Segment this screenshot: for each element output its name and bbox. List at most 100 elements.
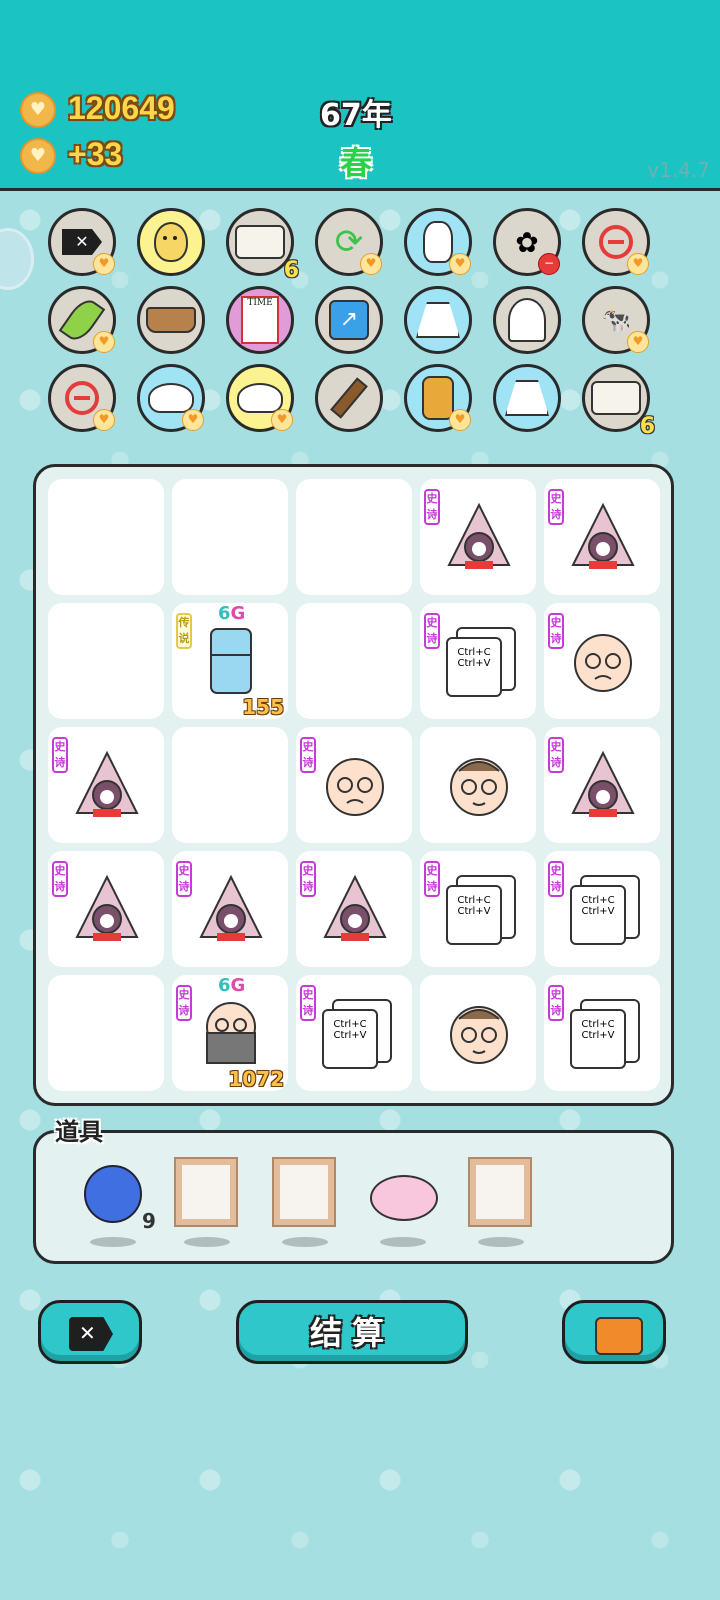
heart-badge-icon: ♥ [627,331,649,353]
tools-label: 道具 [55,1118,103,1146]
heart-badge-icon: ♥ [93,409,115,431]
board-cell-copy-card[interactable]: 史诗 Ctrl+C Ctrl+V [420,603,536,719]
rice-bowl-icon[interactable]: ♥ [137,364,205,432]
board-cell-bearded-old-man[interactable]: 史诗 6G 1072 [172,975,288,1091]
piggy-bank-icon [370,1175,438,1221]
ghost-icon[interactable] [493,286,561,354]
rarity-badge: 史诗 [300,861,316,897]
board-cell-rabbit-tent[interactable]: 史诗 [48,727,164,843]
board-cell-copy-card[interactable]: 史诗 Ctrl+C Ctrl+V [296,975,412,1091]
board-cell-rabbit-tent[interactable]: 史诗 [296,851,412,967]
year-label: 67年 [320,98,392,133]
heart-badge-icon: ♥ [93,331,115,353]
recycle-icon[interactable]: ⟳ ♥ [315,208,383,276]
tool-count: 9 [142,1209,156,1233]
empty-frame-tool[interactable] [468,1157,538,1247]
rarity-badge: 史诗 [424,613,440,649]
board-cell-rabbit-tent[interactable]: 史诗 [544,727,660,843]
empty-frame-icon [468,1157,532,1227]
board-cell-rabbit-tent[interactable]: 史诗 [172,851,288,967]
rabbit-tent-icon [199,874,263,941]
board-cell-copy-card[interactable]: 史诗 Ctrl+C Ctrl+V [420,851,536,967]
egg-tray-icon[interactable]: 6 [582,364,655,439]
board-cell-empty[interactable] [172,479,288,595]
board-cell-old-man[interactable]: 史诗 [544,603,660,719]
egg-tray-icon[interactable]: 6 [226,208,299,283]
copy-card-icon: Ctrl+C Ctrl+V [446,885,502,945]
heart-badge-icon: ♥ [449,409,471,431]
board-cell-fridge[interactable]: 传说 6G 155 [172,603,288,719]
rarity-badge: 史诗 [548,861,564,897]
inventory-icon-grid[interactable]: ✕ ♥ 6 ⟳ ♥ ♥ ✿ − ♥ ♥ TIME ↗ 🐄 ♥ ♥ ♥ ♥ ♥ 6 [0,205,720,450]
board-cell-rabbit-tent[interactable]: 史诗 [544,479,660,595]
time-magazine-icon[interactable]: TIME [226,286,294,354]
item-count: 6 [283,258,299,283]
arrow-card-icon[interactable]: ↗ [315,286,383,354]
hammer-icon[interactable] [315,364,383,432]
magazine-title: TIME [241,296,279,344]
settle-button[interactable]: 结算 [236,1300,468,1364]
skirt-icon[interactable] [404,286,472,354]
board-cell-empty[interactable] [172,727,288,843]
board-cell-old-man[interactable] [420,975,536,1091]
blueberry-tool[interactable]: 9 [80,1157,156,1247]
rabbit-tent-icon [571,502,635,569]
rarity-badge: 史诗 [548,489,564,525]
board-cell-old-man[interactable] [420,727,536,843]
rarity-badge: 史诗 [424,489,440,525]
top-bar: 120649 +33 67年 春 v1.4.7 [0,0,720,191]
chick-egg-icon[interactable] [137,208,205,276]
minus-badge-icon: − [538,253,560,275]
level-badge: 6G [218,975,246,996]
rabbit-icon[interactable]: ♥ [404,208,472,276]
board-cell-rabbit-tent[interactable]: 史诗 [48,851,164,967]
heart-badge-icon: ♥ [93,253,115,275]
minus-icon[interactable]: ♥ [582,208,650,276]
blueberry-icon [84,1165,142,1223]
item-count: 155 [242,695,284,719]
piggy-bank-tool[interactable] [370,1157,440,1247]
flower-pot-icon[interactable]: ✿ − [493,208,561,276]
season-label: 春 [340,144,373,182]
copy-card-icon: Ctrl+C Ctrl+V [446,637,502,697]
dog-food-bowl-icon[interactable] [137,286,205,354]
heart-badge-icon: ♥ [271,409,293,431]
rabbit-tent-icon [571,750,635,817]
rarity-badge: 史诗 [52,737,68,773]
cows-icon[interactable]: 🐄 ♥ [582,286,650,354]
portrait-frame-icon [272,1157,336,1227]
bearded-old-man-icon [206,1002,256,1064]
board-cell-rabbit-tent[interactable]: 史诗 [420,479,536,595]
board-cell-copy-card[interactable]: 史诗 Ctrl+C Ctrl+V [544,975,660,1091]
remove-button[interactable] [38,1300,142,1364]
level-badge: 6G [218,603,246,624]
heart-badge-icon: ♥ [360,253,382,275]
old-man-face-icon [450,1006,508,1064]
settle-button-label: 结算 [309,1314,394,1352]
coin-icon [20,138,56,174]
leaf-icon[interactable]: ♥ [48,286,116,354]
board-cell-old-man[interactable]: 史诗 [296,727,412,843]
board-cell-copy-card[interactable]: 史诗 Ctrl+C Ctrl+V [544,851,660,967]
board-cell-empty[interactable] [48,975,164,1091]
rice-bowl-icon[interactable]: ♥ [226,364,294,432]
coin-icon [20,92,56,128]
portrait-frame-tool[interactable] [272,1157,342,1247]
board-cell-empty[interactable] [296,603,412,719]
heart-badge-icon: ♥ [627,253,649,275]
board-cell-empty[interactable] [48,479,164,595]
heart-badge-icon: ♥ [449,253,471,275]
skirt-icon[interactable] [493,364,561,432]
board-cell-empty[interactable] [48,603,164,719]
rabbit-tent-icon [323,874,387,941]
rarity-badge: 史诗 [176,985,192,1021]
delete-tag-icon[interactable]: ✕ ♥ [48,208,116,276]
cat-icon[interactable]: ♥ [404,364,472,432]
portrait-frame-tool[interactable] [174,1157,244,1247]
fridge-icon [210,628,252,694]
bag-button[interactable] [562,1300,666,1364]
minus-icon[interactable]: ♥ [48,364,116,432]
rarity-badge: 史诗 [52,861,68,897]
old-man-face-icon [574,634,632,692]
board-cell-empty[interactable] [296,479,412,595]
